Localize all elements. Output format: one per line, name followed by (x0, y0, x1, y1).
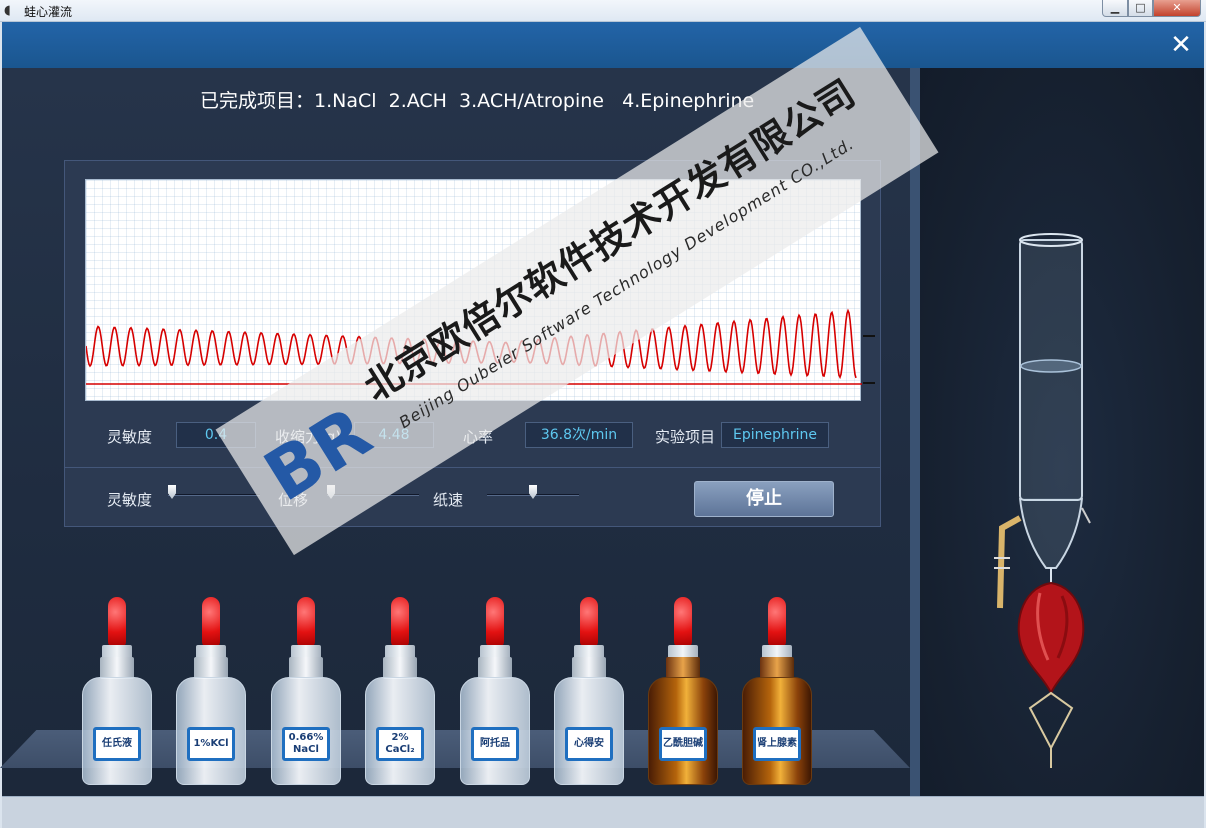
bottle-stopper (100, 657, 134, 679)
bottle-stopper (383, 657, 417, 679)
sensitivity-slider[interactable] (168, 485, 260, 501)
status-bar (2, 796, 1204, 828)
perfusion-apparatus (994, 233, 1091, 768)
paper-speed-slider-label: 纸速 (433, 491, 464, 509)
bottle-label: 肾上腺素 (753, 727, 801, 761)
contraction-trace (86, 308, 857, 380)
dropper-bulb (108, 597, 126, 647)
app-root: ✕ 已完成项目：1.NaCl 2.ACH 3.ACH/Atropine 4.Ep… (0, 22, 1204, 828)
displacement-slider[interactable] (327, 485, 419, 501)
reagent-bottle[interactable]: 0.66% NaCl (269, 597, 343, 787)
dropper-bulb (768, 597, 786, 647)
bottle-label: 乙酰胆碱 (659, 727, 707, 761)
dropper-bulb (391, 597, 409, 647)
bottle-label: 心得安 (565, 727, 613, 761)
slider-thumb[interactable] (327, 485, 335, 499)
bottle-stopper (666, 657, 700, 679)
reagent-bottle[interactable]: 心得安 (552, 597, 626, 787)
force-value: 4.48 (354, 422, 434, 448)
experiment-value: Epinephrine (721, 422, 829, 448)
slider-thumb[interactable] (529, 485, 537, 499)
bottle-label: 1%KCl (187, 727, 235, 761)
app-header: ✕ (2, 22, 1204, 68)
window-titlebar: ◖ 蛙心灌流 ▁ □ ✕ (0, 0, 1206, 22)
completed-projects: 已完成项目：1.NaCl 2.ACH 3.ACH/Atropine 4.Epin… (200, 90, 755, 112)
slider-thumb[interactable] (168, 485, 176, 499)
reagent-bottle[interactable]: 乙酰胆碱 (646, 597, 720, 787)
heart-trace-chart (85, 179, 862, 401)
maximize-button[interactable]: □ (1128, 0, 1153, 17)
close-icon[interactable]: ✕ (1166, 30, 1196, 60)
reagent-bottle[interactable]: 1%KCl (174, 597, 248, 787)
reagent-bottle[interactable]: 2% CaCl₂ (363, 597, 437, 787)
sensitivity-readout-label: 灵敏度 (107, 428, 153, 446)
experiment-label: 实验项目 (655, 428, 716, 446)
bottle-label: 任氏液 (93, 727, 141, 761)
trace-svg (86, 308, 862, 385)
bottle-label: 0.66% NaCl (282, 727, 330, 761)
reagent-bottle[interactable]: 肾上腺素 (740, 597, 814, 787)
minimize-button[interactable]: ▁ (1102, 0, 1128, 17)
displacement-slider-label: 位移 (278, 491, 309, 509)
window-close-button[interactable]: ✕ (1153, 0, 1201, 17)
dropper-bulb (202, 597, 220, 647)
bottle-stopper (289, 657, 323, 679)
dropper-bulb (297, 597, 315, 647)
bottle-stopper (572, 657, 606, 679)
dropper-bulb (580, 597, 598, 647)
sensitivity-value: 0.4 (176, 422, 256, 448)
recorder-panel: 灵敏度 0.4 收缩力(g) 4.48 心率 36.8次/min 实验项目 Ep… (64, 160, 881, 527)
window-title: 蛙心灌流 (24, 5, 73, 19)
reagent-bottle[interactable]: 阿托品 (458, 597, 532, 787)
slider-track (327, 494, 419, 496)
stop-button[interactable]: 停止 (694, 481, 834, 517)
dropper-bulb (674, 597, 692, 647)
frog-icon: ◖ (4, 3, 11, 18)
force-label: 收缩力(g) (275, 428, 342, 446)
dropper-bulb (486, 597, 504, 647)
controls-separator (65, 467, 880, 468)
bottle-label: 阿托品 (471, 727, 519, 761)
bottle-stopper (478, 657, 512, 679)
reagent-bottle[interactable]: 任氏液 (80, 597, 154, 787)
heart-rate-value: 36.8次/min (525, 422, 633, 448)
sensitivity-slider-label: 灵敏度 (107, 491, 153, 509)
bottle-stopper (194, 657, 228, 679)
bottle-label: 2% CaCl₂ (376, 727, 424, 761)
panel-divider (910, 68, 920, 796)
paper-speed-slider[interactable] (487, 485, 579, 501)
heart-rate-label: 心率 (463, 428, 494, 446)
slider-track (168, 494, 260, 496)
apparatus-area (920, 68, 1204, 796)
bottle-stopper (760, 657, 794, 679)
trace-tick-lower (863, 382, 875, 384)
trace-tick-upper (863, 335, 875, 337)
